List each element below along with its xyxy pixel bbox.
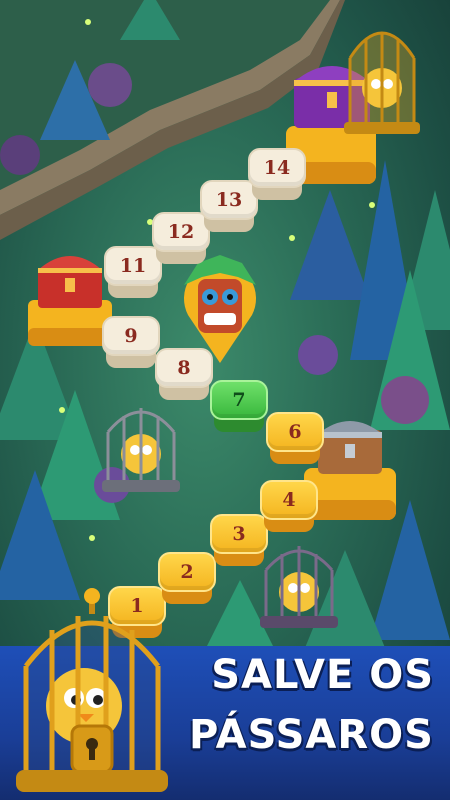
level-tile-9[interactable]: 9 — [102, 316, 160, 368]
level-number: 7 — [210, 380, 268, 420]
bird-cage-icon — [16, 588, 168, 792]
bird-cage-icon[interactable] — [100, 398, 182, 494]
treasure-chest-icon[interactable] — [28, 248, 112, 348]
level-map-screen: 1 2 3 4 6 7 8 9 11 12 13 14 SALVE OS PÁS… — [0, 0, 450, 800]
level-tile-8[interactable]: 8 — [155, 348, 213, 400]
level-tile-14[interactable]: 14 — [248, 148, 306, 200]
level-tile-4[interactable]: 4 — [260, 480, 318, 532]
bush — [298, 335, 338, 375]
level-number: 6 — [266, 412, 324, 452]
pine-tree — [290, 190, 370, 300]
level-number: 8 — [155, 348, 213, 388]
bird-cage-icon[interactable] — [258, 538, 340, 630]
bush — [88, 63, 132, 107]
level-tile-7[interactable]: 7 — [210, 380, 268, 432]
level-number: 14 — [248, 148, 306, 188]
bird-cage-icon[interactable] — [340, 18, 424, 138]
level-number: 9 — [102, 316, 160, 356]
level-number: 4 — [260, 480, 318, 520]
level-tile-6[interactable]: 6 — [266, 412, 324, 464]
banner-title-line-1: SALVE OS — [211, 652, 434, 698]
bush — [0, 135, 40, 175]
banner-title-line-2: PÁSSAROS — [189, 712, 434, 758]
